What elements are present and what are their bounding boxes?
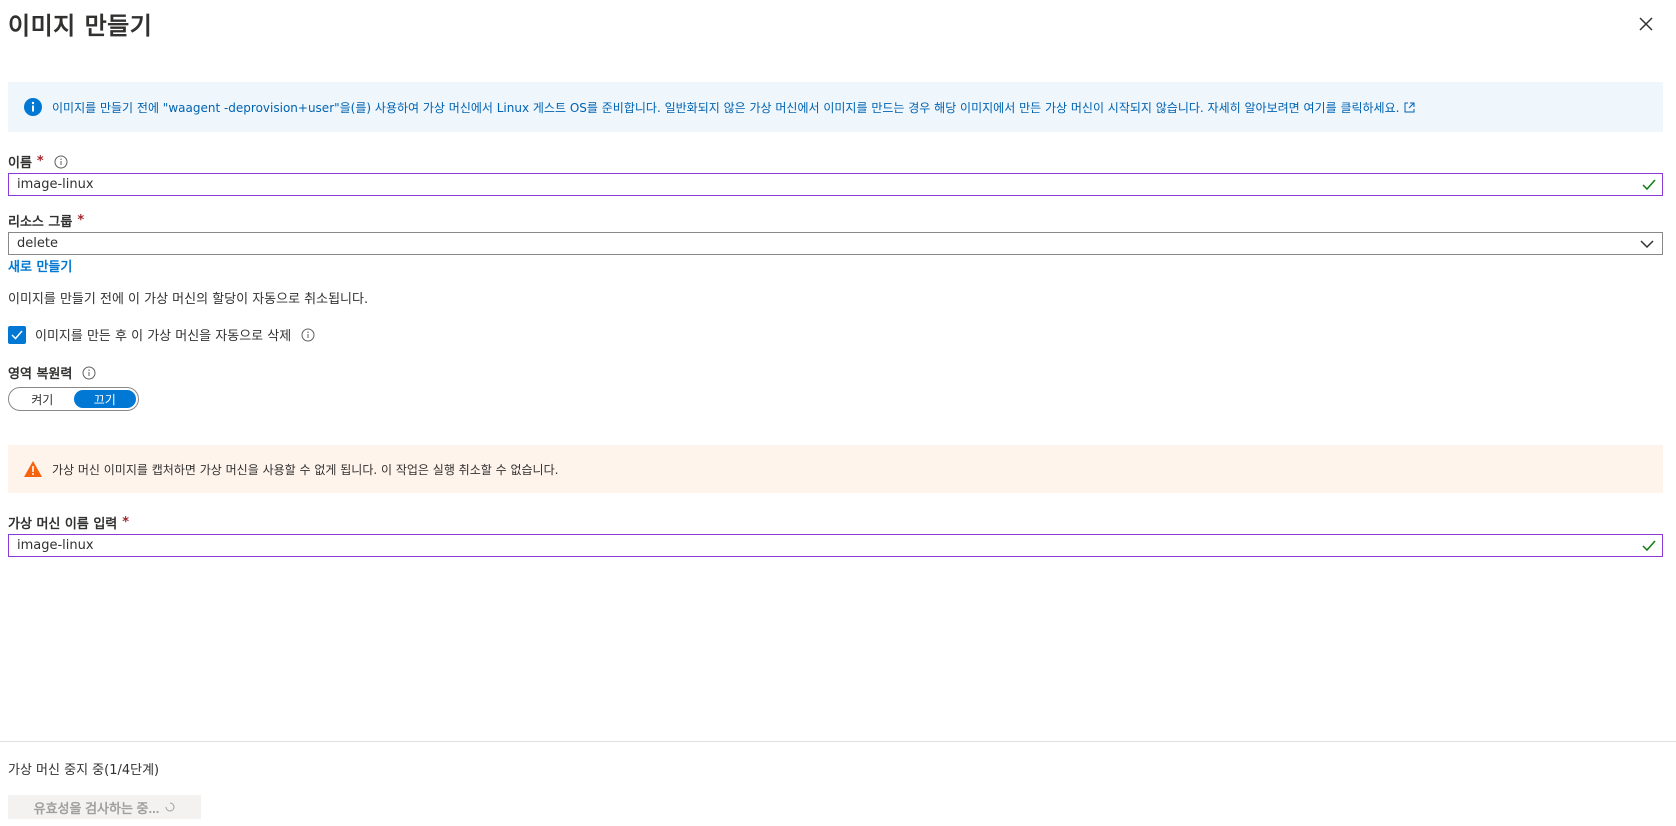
info-banner-message[interactable]: 이미지를 만들기 전에 "waagent -deprovision+user"을… — [52, 99, 1399, 116]
close-icon[interactable] — [1636, 14, 1656, 34]
required-mark: * — [36, 154, 44, 169]
check-icon — [1642, 179, 1656, 190]
resource-group-label: 리소스 그룹 * — [8, 211, 84, 230]
info-icon — [24, 98, 42, 116]
validating-button[interactable]: 유효성을 검사하는 중... — [8, 795, 201, 819]
confirm-name-label-text: 가상 머신 이름 입력 — [8, 517, 118, 532]
confirm-name-label: 가상 머신 이름 입력 * — [8, 513, 129, 532]
name-label-text: 이름 — [8, 156, 32, 171]
auto-delete-label: 이미지를 만든 후 이 가상 머신을 자동으로 삭제 — [35, 329, 292, 344]
toggle-on[interactable]: 켜기 — [11, 390, 74, 408]
spinner-icon — [165, 802, 175, 812]
info-banner: 이미지를 만들기 전에 "waagent -deprovision+user"을… — [8, 82, 1663, 132]
confirm-name-input[interactable]: image-linux — [8, 534, 1663, 557]
name-label: 이름 * — [8, 152, 68, 171]
warning-banner: 가상 머신 이미지를 캡처하면 가상 머신을 사용할 수 없게 됩니다. 이 작… — [8, 445, 1663, 493]
checkmark-icon — [11, 330, 23, 340]
name-input[interactable]: image-linux — [8, 173, 1663, 196]
zone-resiliency-toggle[interactable]: 켜기 끄기 — [8, 387, 139, 411]
progress-status: 가상 머신 중지 중(1/4단계) — [8, 763, 160, 778]
page-title: 이미지 만들기 — [8, 12, 153, 40]
chevron-down-icon — [1640, 239, 1654, 248]
toggle-off[interactable]: 끄기 — [73, 390, 136, 408]
resource-group-value: delete — [17, 236, 58, 251]
external-link-icon[interactable] — [1404, 102, 1415, 113]
footer-divider — [0, 741, 1676, 742]
required-mark: * — [122, 515, 130, 530]
resource-group-select[interactable]: delete — [8, 232, 1663, 255]
info-circle-icon[interactable] — [54, 155, 68, 169]
create-new-link[interactable]: 새로 만들기 — [8, 256, 72, 275]
warning-banner-message: 가상 머신 이미지를 캡처하면 가상 머신을 사용할 수 없게 됩니다. 이 작… — [52, 462, 559, 477]
resource-group-label-text: 리소스 그룹 — [8, 215, 73, 230]
auto-delete-checkbox[interactable] — [8, 325, 26, 344]
warning-icon — [24, 461, 42, 477]
auto-delete-row: 이미지를 만든 후 이 가상 머신을 자동으로 삭제 — [8, 325, 315, 344]
required-mark: * — [77, 213, 85, 228]
name-input-value: image-linux — [17, 177, 94, 192]
zone-resiliency-label-text: 영역 복원력 — [8, 367, 73, 382]
info-circle-icon[interactable] — [301, 328, 315, 342]
confirm-name-value: image-linux — [17, 538, 94, 553]
zone-resiliency-label: 영역 복원력 — [8, 363, 96, 382]
info-circle-icon[interactable] — [82, 366, 96, 380]
deallocation-note: 이미지를 만들기 전에 이 가상 머신의 할당이 자동으로 취소됩니다. — [8, 292, 369, 307]
check-icon — [1642, 540, 1656, 551]
validating-button-label: 유효성을 검사하는 중... — [33, 800, 160, 816]
